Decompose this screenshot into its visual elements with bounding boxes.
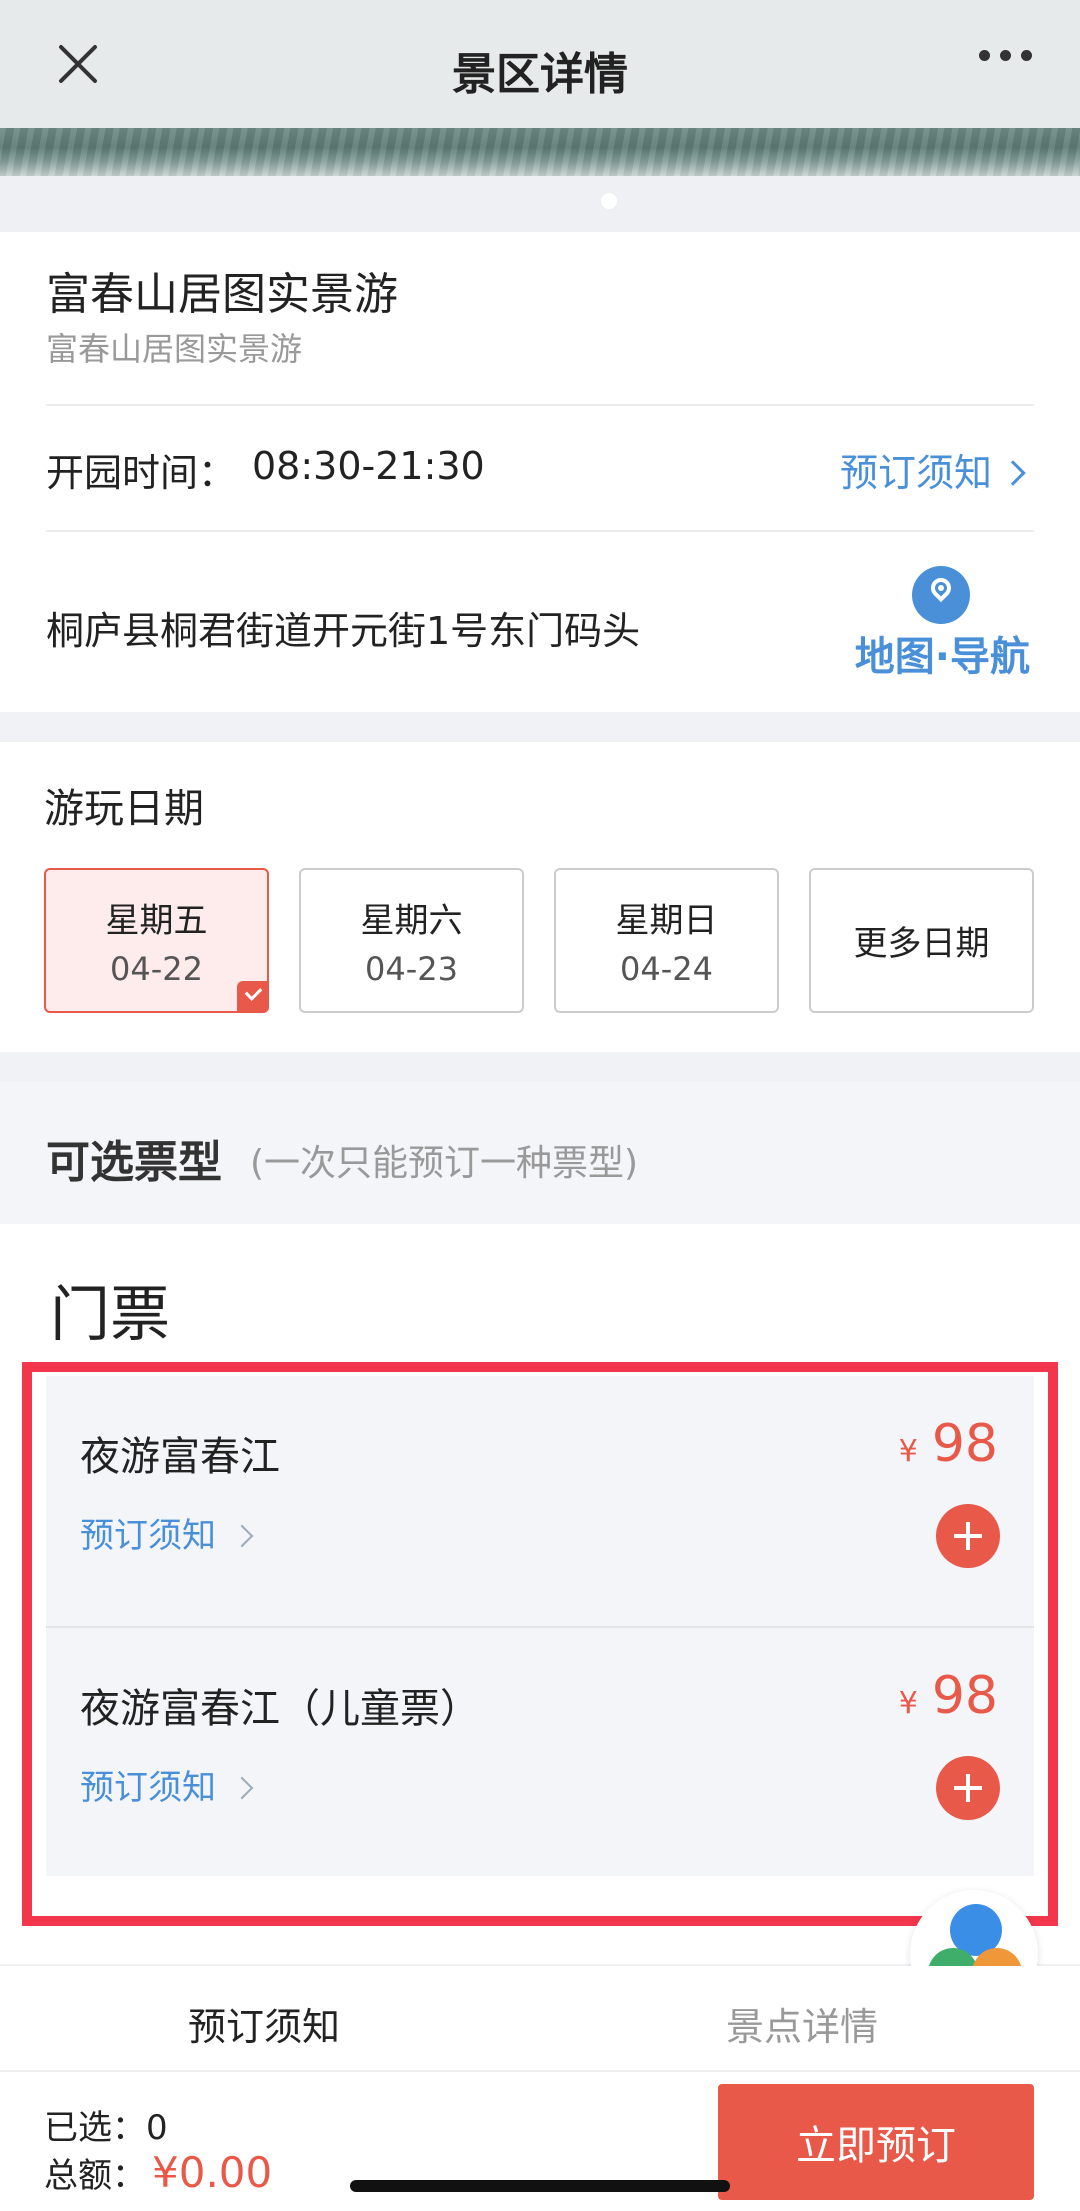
play-date-card: 游玩日期 星期五 04-22 星期六 04-23 星期日 04-24 更多日期 <box>0 742 1080 1052</box>
ticket-type-note: (一次只能预订一种票型) <box>250 1143 639 1184</box>
map-navigation-link[interactable]: 地图·导航 <box>855 624 1030 682</box>
selected-label: 已选： <box>44 2108 146 2148</box>
ticket-notice-link[interactable]: 预订须知 <box>80 1508 254 1557</box>
chevron-right-icon <box>1000 459 1026 486</box>
detail-tabs: 预订须知 景点详情 <box>0 1966 1080 2070</box>
ticket-item: 夜游富春江（儿童票） 预订须知 ¥98 <box>46 1626 1034 1876</box>
selected-value: 0 <box>146 2108 168 2148</box>
tab-spot-detail[interactable]: 景点详情 <box>726 1996 878 2051</box>
tab-booking-notice[interactable]: 预订须知 <box>188 1996 340 2051</box>
spot-subtitle: 富春山居图实景游 <box>46 330 303 368</box>
banner-pagination <box>0 176 1080 232</box>
date-options: 星期五 04-22 星期六 04-23 星期日 04-24 更多日期 <box>44 868 1034 1013</box>
more-icon[interactable] <box>979 50 1032 61</box>
date-section-title: 游玩日期 <box>44 786 204 832</box>
ticket-section: 门票 夜游富春江 预订须知 ¥98 夜游富春江（儿童票） 预订须知 ¥98 <box>0 1224 1080 1964</box>
ticket-name: 夜游富春江（儿童票） <box>80 1686 480 1732</box>
plus-icon[interactable] <box>936 1504 1000 1568</box>
selected-count: 已选：0 <box>44 2100 168 2149</box>
more-dates-label: 更多日期 <box>853 924 990 964</box>
divider <box>46 530 1034 532</box>
banner-image[interactable] <box>0 128 1080 176</box>
date-day: 星期日 <box>615 901 718 941</box>
date-value: 04-24 <box>620 950 713 988</box>
ticket-price: ¥98 <box>899 1666 998 1726</box>
pagination-dot <box>601 193 617 209</box>
date-day: 星期五 <box>105 901 208 941</box>
price-amount: 98 <box>931 1666 998 1726</box>
ticket-list: 夜游富春江 预订须知 ¥98 夜游富春江（儿童票） 预订须知 ¥98 <box>46 1376 1034 1876</box>
booking-notice-link[interactable]: 预订须知 <box>839 442 1026 497</box>
date-day: 星期六 <box>360 901 463 941</box>
address-text: 桐庐县桐君街道开元街1号东门码头 <box>46 609 641 653</box>
currency-symbol: ¥ <box>898 1434 918 1469</box>
date-value: 04-23 <box>365 950 458 988</box>
total-amount: 总额： ¥0.00 <box>44 2148 272 2197</box>
ticket-notice-label: 预订须知 <box>80 1516 216 1556</box>
plus-icon[interactable] <box>936 1756 1000 1820</box>
ticket-price: ¥98 <box>899 1414 998 1474</box>
chevron-right-icon <box>230 1524 254 1547</box>
ticket-item: 夜游富春江 预订须知 ¥98 <box>46 1376 1034 1626</box>
top-bar: 景区详情 <box>0 0 1080 130</box>
hours-label: 开园时间： <box>46 451 237 495</box>
total-value: ¥0.00 <box>152 2148 273 2197</box>
ticket-type-header: 可选票型 (一次只能预订一种票型) <box>0 1082 1080 1224</box>
hours-value: 08:30-21:30 <box>252 444 485 488</box>
book-now-button[interactable]: 立即预订 <box>718 2084 1034 2200</box>
date-option-sun[interactable]: 星期日 04-24 <box>554 868 779 1013</box>
currency-symbol: ¥ <box>898 1686 918 1721</box>
chevron-right-icon <box>230 1776 254 1799</box>
booking-notice-label: 预订须知 <box>839 451 992 495</box>
section-heading: 门票 <box>50 1280 170 1350</box>
ticket-type-title: 可选票型 <box>46 1137 222 1188</box>
price-amount: 98 <box>931 1414 998 1474</box>
total-label: 总额： <box>44 2156 146 2196</box>
ticket-name: 夜游富春江 <box>80 1434 280 1480</box>
ticket-notice-label: 预订须知 <box>80 1768 216 1808</box>
spot-name: 富春山居图实景游 <box>46 269 398 320</box>
check-icon <box>237 981 269 1013</box>
date-value: 04-22 <box>110 950 203 988</box>
date-option-fri[interactable]: 星期五 04-22 <box>44 868 269 1013</box>
spot-info-card: 富春山居图实景游 富春山居图实景游 开园时间： 08:30-21:30 预订须知… <box>0 232 1080 712</box>
home-indicator <box>350 2180 730 2192</box>
ticket-notice-link[interactable]: 预订须知 <box>80 1760 254 1809</box>
map-pin-icon[interactable] <box>912 566 970 624</box>
date-option-sat[interactable]: 星期六 04-23 <box>299 868 524 1013</box>
divider <box>46 404 1034 406</box>
page-title: 景区详情 <box>452 49 628 100</box>
more-dates-button[interactable]: 更多日期 <box>809 868 1034 1013</box>
